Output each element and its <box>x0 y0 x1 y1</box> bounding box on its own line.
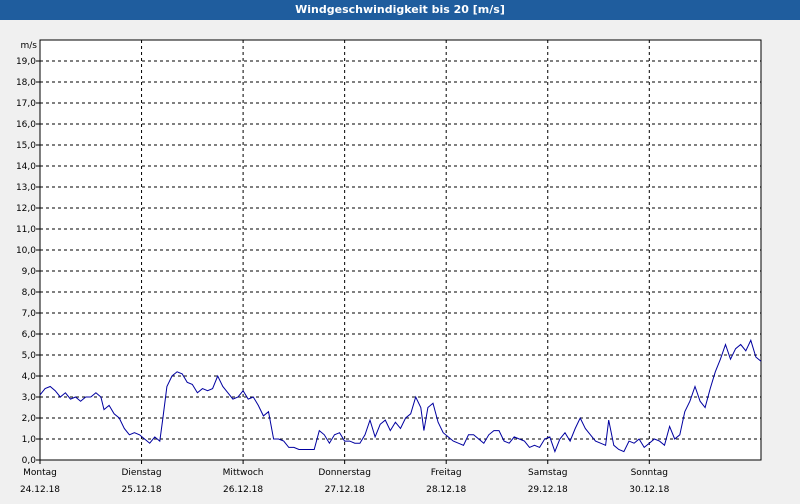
y-tick-label: 10,0 <box>16 246 36 256</box>
x-tick-day-label: Samstag <box>528 468 567 478</box>
y-tick-label: 11,0 <box>16 225 36 235</box>
y-tick-label: 6,0 <box>22 330 37 340</box>
x-tick-day-label: Donnerstag <box>318 468 371 478</box>
y-tick-label: 0,0 <box>22 456 37 466</box>
y-tick-label: 15,0 <box>16 141 36 151</box>
x-tick-date-label: 28.12.18 <box>426 485 466 495</box>
x-tick-date-label: 25.12.18 <box>122 485 162 495</box>
y-tick-label: 3,0 <box>22 393 37 403</box>
y-tick-label: 18,0 <box>16 78 36 88</box>
x-tick-date-label: 27.12.18 <box>325 485 365 495</box>
x-tick-day-label: Montag <box>23 468 57 478</box>
x-tick-day-label: Mittwoch <box>223 468 264 478</box>
y-tick-label: 5,0 <box>22 351 37 361</box>
x-tick-day-label: Sonntag <box>631 468 668 478</box>
x-tick-date-label: 29.12.18 <box>528 485 568 495</box>
y-tick-label: 8,0 <box>22 288 37 298</box>
x-tick-day-label: Dienstag <box>121 468 161 478</box>
y-tick-label: 12,0 <box>16 204 36 214</box>
y-tick-label: 13,0 <box>16 183 36 193</box>
x-tick-date-label: 30.12.18 <box>629 485 669 495</box>
y-tick-label: 9,0 <box>22 267 37 277</box>
x-tick-day-label: Freitag <box>431 468 462 478</box>
y-tick-label: 2,0 <box>22 414 37 424</box>
y-tick-label: 16,0 <box>16 120 36 130</box>
y-tick-label: 14,0 <box>16 162 36 172</box>
wind-speed-chart: 0,0 1,0 2,0 3,0 4,0 5,0 6,0 7,0 8,0 9,0 10,0 11,0 12… <box>16 39 762 495</box>
window-title: Windgeschwindigkeit bis 20 [m/s] <box>0 0 800 20</box>
y-tick-label: 1,0 <box>22 435 37 445</box>
y-tick-label: 17,0 <box>16 99 36 109</box>
y-tick-label: 4,0 <box>22 372 37 382</box>
chart-frame: 0,0 1,0 2,0 3,0 4,0 5,0 6,0 7,0 8,0 9,0 10,0 11,0 12… <box>0 20 800 500</box>
y-tick-label: 19,0 <box>16 57 36 67</box>
x-tick-date-label: 24.12.18 <box>20 485 60 495</box>
x-tick-date-label: 26.12.18 <box>223 485 263 495</box>
y-tick-label: 7,0 <box>22 309 37 319</box>
y-axis-unit-label: m/s <box>21 41 38 51</box>
